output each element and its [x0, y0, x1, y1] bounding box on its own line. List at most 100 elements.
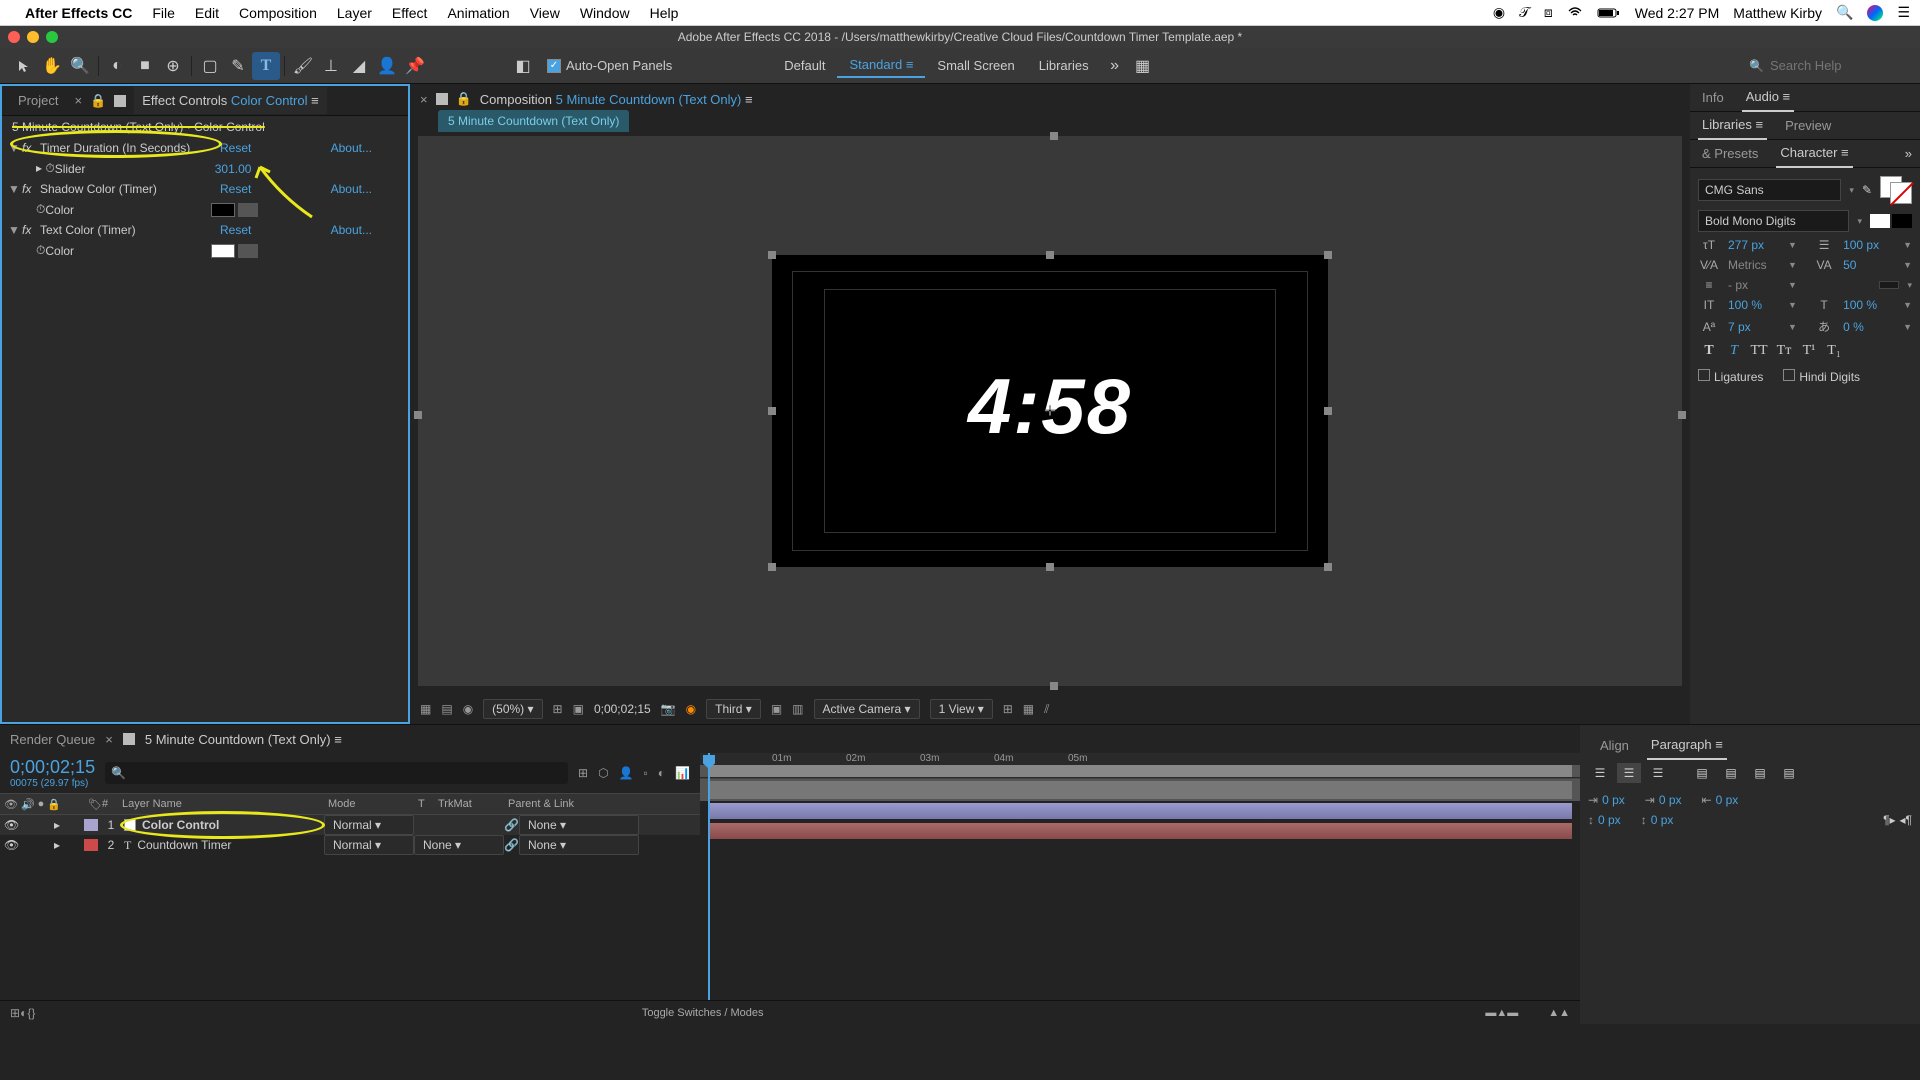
menu-help[interactable]: Help: [650, 5, 679, 21]
layer-row-color-control[interactable]: 👁 ▸ 1 Color Control Normal ▾ 🔗 None ▾: [0, 815, 700, 835]
layer-row-countdown-timer[interactable]: 👁 ▸ 2 T Countdown Timer Normal ▾ None ▾ …: [0, 835, 700, 855]
tab-libraries[interactable]: Libraries ≡: [1698, 111, 1767, 140]
workspace-standard[interactable]: Standard ≡: [837, 53, 925, 78]
comp-viewer[interactable]: 4:58 ✛: [418, 136, 1682, 686]
audio-col-icon[interactable]: 🔊: [21, 798, 35, 811]
tab-composition[interactable]: Composition 5 Minute Countdown (Text Onl…: [480, 92, 753, 107]
superscript-button[interactable]: T¹: [1798, 341, 1820, 361]
clone-tool-icon[interactable]: ⊥: [317, 52, 345, 80]
effect-shadow-color[interactable]: ▼fx Shadow Color (Timer) Reset About...: [2, 179, 408, 199]
vscale-value[interactable]: 100 %: [1728, 298, 1780, 312]
align-center-button[interactable]: ☰: [1617, 763, 1641, 783]
tab-audio[interactable]: Audio ≡: [1742, 83, 1794, 112]
about-link[interactable]: About...: [331, 223, 372, 237]
time-ruler[interactable]: 01m 02m 03m 04m 05m: [700, 753, 1580, 779]
toggle-icon3[interactable]: {}: [27, 1006, 35, 1020]
mask-icon[interactable]: ◉: [463, 702, 473, 716]
toggle-switches-link[interactable]: Toggle Switches / Modes: [642, 1007, 764, 1019]
text-direction-ltr-icon[interactable]: ¶▸: [1883, 813, 1895, 827]
orbit-tool-icon[interactable]: ◐: [103, 52, 131, 80]
tab-align[interactable]: Align: [1596, 732, 1633, 759]
stroke-width-value[interactable]: - px: [1728, 278, 1780, 292]
tab-render-queue[interactable]: Render Queue: [10, 732, 95, 747]
shy-icon[interactable]: 👤: [619, 766, 634, 780]
tab-character[interactable]: Character ≡: [1776, 139, 1852, 168]
menu-animation[interactable]: Animation: [447, 5, 509, 21]
text-tool-icon[interactable]: 𝒯: [1519, 4, 1530, 21]
faux-bold-button[interactable]: T: [1698, 341, 1720, 361]
frame-blend-icon[interactable]: ▫: [644, 766, 648, 780]
notifications-icon[interactable]: ☰: [1897, 4, 1910, 21]
channel-dropdown[interactable]: Third ▾: [706, 699, 761, 719]
viewer-timecode[interactable]: 0;00;02;15: [594, 702, 651, 716]
timeline-search[interactable]: 🔍: [105, 762, 568, 784]
about-link[interactable]: About...: [331, 141, 372, 155]
brush-tool-icon[interactable]: 🖌: [289, 52, 317, 80]
pixel-aspect-icon[interactable]: ⊞: [1003, 702, 1013, 716]
current-timecode[interactable]: 0;00;02;15: [10, 757, 95, 778]
record-icon[interactable]: ◉: [1493, 4, 1505, 21]
tab-paragraph[interactable]: Paragraph ≡: [1647, 731, 1727, 760]
wifi-icon[interactable]: [1567, 7, 1583, 19]
views-dropdown[interactable]: 1 View ▾: [930, 699, 993, 719]
workspace-default[interactable]: Default: [772, 54, 837, 77]
parent-dropdown[interactable]: None ▾: [519, 835, 639, 855]
lock-icon[interactable]: 🔒: [456, 91, 472, 107]
transparency-icon[interactable]: ▣: [573, 702, 584, 716]
layer-bar[interactable]: [708, 823, 1572, 839]
selection-tool-icon[interactable]: [10, 52, 38, 80]
menu-file[interactable]: File: [152, 5, 175, 21]
faux-italic-button[interactable]: T: [1723, 341, 1745, 361]
slider-value[interactable]: 301.00: [215, 162, 252, 176]
type-tool-icon[interactable]: T: [252, 52, 280, 80]
label-color[interactable]: [84, 839, 98, 851]
justify-right-button[interactable]: ▤: [1748, 763, 1772, 783]
graph-editor-icon[interactable]: 📊: [675, 766, 690, 780]
indent-first-value[interactable]: 0 px: [1659, 793, 1682, 807]
smallcaps-button[interactable]: Tᴛ: [1773, 341, 1795, 361]
user-name[interactable]: Matthew Kirby: [1733, 5, 1822, 21]
reset-button[interactable]: Reset: [220, 182, 280, 196]
subscript-button[interactable]: T₁: [1823, 341, 1845, 361]
justify-left-button[interactable]: ▤: [1690, 763, 1714, 783]
menu-view[interactable]: View: [530, 5, 560, 21]
label-color[interactable]: [84, 819, 98, 831]
eyedropper-icon[interactable]: ✎: [1862, 183, 1872, 197]
layer-bar[interactable]: [708, 803, 1572, 819]
space-before-value[interactable]: 0 px: [1598, 813, 1621, 827]
blend-mode-dropdown[interactable]: Normal ▾: [324, 815, 414, 835]
playhead[interactable]: [708, 753, 710, 1000]
camera-tool-icon[interactable]: ■: [131, 52, 159, 80]
exposure-icon[interactable]: ▣: [771, 702, 782, 716]
color-swatch[interactable]: [211, 244, 235, 258]
kerning-dropdown[interactable]: Metrics: [1728, 258, 1780, 272]
font-size-value[interactable]: 277 px: [1728, 238, 1780, 252]
align-right-button[interactable]: ☰: [1646, 763, 1670, 783]
ligatures-checkbox[interactable]: Ligatures: [1698, 369, 1763, 384]
grid-icon[interactable]: ▤: [441, 702, 452, 716]
comp-flowchart-tab[interactable]: 5 Minute Countdown (Text Only): [438, 110, 629, 132]
about-link[interactable]: About...: [331, 182, 372, 196]
zoom-out-icon[interactable]: ▲▲: [1548, 1007, 1570, 1019]
menu-window[interactable]: Window: [580, 5, 630, 21]
align-left-button[interactable]: ☰: [1588, 763, 1612, 783]
fast-preview-icon[interactable]: ▦: [1023, 702, 1034, 716]
region-icon[interactable]: ▦: [420, 702, 431, 716]
minimize-button[interactable]: [27, 31, 39, 43]
timeline-tracks[interactable]: 01m 02m 03m 04m 05m: [700, 753, 1580, 1000]
toggle-icon2[interactable]: ◐: [20, 1006, 27, 1020]
baseline-value[interactable]: 7 px: [1728, 320, 1780, 334]
color-swatch[interactable]: [211, 203, 235, 217]
zoom-dropdown[interactable]: (50%) ▾: [483, 699, 542, 719]
tab-info[interactable]: Info: [1698, 84, 1728, 111]
roto-tool-icon[interactable]: 👤: [373, 52, 401, 80]
help-search[interactable]: 🔍: [1749, 58, 1910, 73]
toggle-icon[interactable]: ⊞: [10, 1006, 20, 1020]
lock-icon[interactable]: 🔒: [90, 93, 106, 109]
eyedropper-icon[interactable]: [238, 244, 258, 258]
help-search-input[interactable]: [1770, 58, 1910, 73]
hindi-checkbox[interactable]: Hindi Digits: [1783, 369, 1860, 384]
auto-open-checkbox[interactable]: ✓ Auto-Open Panels: [547, 58, 672, 73]
shape-tool-icon[interactable]: ▢: [196, 52, 224, 80]
indent-right-value[interactable]: 0 px: [1716, 793, 1739, 807]
